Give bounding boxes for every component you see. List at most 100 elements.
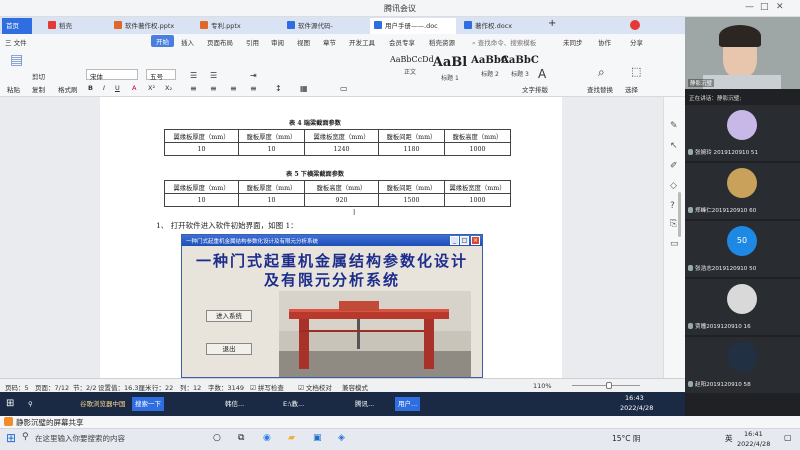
close-icon[interactable]: ×	[471, 236, 480, 245]
number-list-icon[interactable]: ☰	[210, 71, 217, 80]
minimize-icon[interactable]: —	[745, 2, 754, 12]
task-view-icon[interactable]: ⧉	[238, 433, 244, 443]
pen-icon[interactable]: ✎	[670, 121, 678, 131]
menu-section[interactable]: 章节	[323, 37, 336, 47]
participant-tile[interactable]: 50 张浩志2019120910 50	[685, 221, 800, 277]
maximize-icon[interactable]: □	[760, 2, 769, 12]
spell-check-button[interactable]: ☑ 拼写检查	[250, 382, 284, 392]
task-view-icon[interactable]: ○	[213, 433, 221, 443]
justify-icon[interactable]: ≡	[250, 84, 257, 93]
participant-tile[interactable]: 张婉玲 2019120910 51	[685, 105, 800, 161]
enter-system-button[interactable]: 进入系统	[206, 310, 252, 322]
taskbar-item[interactable]: 腾讯...	[355, 397, 374, 411]
help-icon[interactable]: ?	[670, 201, 675, 211]
menu-unsynced[interactable]: 未同步	[563, 37, 583, 47]
zoom-slider-thumb[interactable]	[606, 382, 612, 389]
find-icon[interactable]: ⌕	[598, 65, 605, 80]
select-button[interactable]: 选择	[625, 84, 638, 94]
windows-start-icon[interactable]: ⊞	[6, 431, 16, 445]
windows-start-icon[interactable]: ⊞	[6, 397, 14, 411]
align-right-icon[interactable]: ≡	[230, 84, 237, 93]
subscript-button[interactable]: X₂	[165, 84, 172, 92]
find-replace-button[interactable]: 查找替换	[587, 84, 613, 94]
shape-icon[interactable]: ◇	[670, 181, 677, 191]
menu-reference[interactable]: 引用	[246, 37, 259, 47]
menu-file[interactable]: 三 文件	[5, 37, 27, 47]
cut-button[interactable]: 剪切	[32, 71, 45, 81]
line-spacing-icon[interactable]: ↕	[275, 84, 282, 93]
new-tab-button[interactable]: +	[548, 18, 562, 34]
menu-insert[interactable]: 插入	[181, 37, 194, 47]
menu-devtools[interactable]: 开发工具	[349, 37, 375, 47]
search-icon[interactable]: ⚲	[28, 397, 33, 411]
tab-ppt-patent[interactable]: 专利.pptx	[196, 18, 276, 34]
font-color-button[interactable]: A	[132, 84, 136, 92]
taskbar-search-input[interactable]: 在这里输入你要搜索的内容	[35, 433, 125, 444]
menu-start[interactable]: 开始	[151, 35, 174, 47]
style-normal[interactable]: AaBbCcDd 正文	[390, 55, 434, 89]
paste-button[interactable]: 粘贴	[7, 84, 20, 94]
align-left-icon[interactable]: ≡	[190, 84, 197, 93]
menu-member[interactable]: 会员专享	[389, 37, 415, 47]
maximize-icon[interactable]: □	[460, 236, 469, 245]
search-icon[interactable]: ⚲	[22, 432, 29, 442]
menu-docer[interactable]: 稻壳资源	[429, 37, 455, 47]
taskbar-item[interactable]: 韩信...	[225, 397, 244, 411]
doc-compare-button[interactable]: ☑ 文档校对	[298, 382, 332, 392]
paste-icon[interactable]: ▤	[10, 52, 23, 68]
menu-view[interactable]: 视图	[297, 37, 310, 47]
border-icon[interactable]: ▦	[300, 84, 308, 93]
italic-button[interactable]: I	[103, 84, 105, 92]
align-center-icon[interactable]: ≡	[210, 84, 217, 93]
superscript-button[interactable]: X²	[148, 84, 155, 92]
comment-icon[interactable]: ▭	[670, 239, 679, 249]
font-select[interactable]: 宋体	[86, 69, 138, 81]
select-icon[interactable]: ⬚	[631, 65, 641, 78]
menu-review[interactable]: 审阅	[271, 37, 284, 47]
table-cell: 1180	[378, 142, 445, 156]
wps-avatar[interactable]	[630, 20, 640, 30]
pointer-icon[interactable]: ↖	[670, 141, 678, 151]
style-heading1[interactable]: AaBl 标题 1	[430, 55, 470, 89]
taskbar-item[interactable]: E:\教...	[283, 397, 304, 411]
taskbar-item[interactable]: 搜索一下	[132, 397, 164, 411]
brush-icon[interactable]: ✐	[670, 161, 678, 171]
format-painter-button[interactable]: 格式刷	[58, 84, 78, 94]
underline-button[interactable]: U	[115, 84, 120, 92]
taskbar-item[interactable]: 用户...	[395, 397, 421, 411]
menu-layout[interactable]: 页面布局	[207, 37, 233, 47]
tab-user-manual[interactable]: 用户手册——.doc	[370, 18, 456, 34]
exit-button[interactable]: 退出	[206, 343, 252, 355]
menu-collab[interactable]: 协作	[598, 37, 611, 47]
participant-tile[interactable]: 赵阳2019120910 58	[685, 337, 800, 393]
share-icon[interactable]: ⎘	[670, 219, 677, 229]
weather-status[interactable]: 15°C 阴	[612, 433, 640, 444]
ppt-icon	[200, 21, 208, 29]
taskbar-item[interactable]: 谷歌浏览器中国	[80, 397, 126, 411]
bullet-list-icon[interactable]: ☰	[190, 71, 197, 80]
tab-ppt-copyright[interactable]: 软件著作权.pptx	[110, 18, 190, 34]
style-heading3[interactable]: AaBbC 标题 3	[500, 55, 540, 89]
menu-share[interactable]: 分享	[630, 37, 643, 47]
scrollbar[interactable]	[678, 192, 681, 237]
font-size-select[interactable]: 五号	[146, 69, 176, 81]
minimize-icon[interactable]: _	[450, 236, 459, 245]
tab-copyright-doc[interactable]: 著作权.docx	[460, 18, 544, 34]
tab-home[interactable]: 首页	[2, 18, 32, 34]
close-icon[interactable]: ✕	[776, 2, 784, 12]
bold-button[interactable]: B	[88, 84, 93, 92]
participant-tile[interactable]: 郑峰仁2019120910 60	[685, 163, 800, 219]
tab-docer[interactable]: 稻壳	[44, 18, 99, 34]
ime-indicator[interactable]: 英	[725, 433, 733, 444]
folder-icon[interactable]: ▰	[288, 433, 295, 443]
search-command[interactable]: ⌕ 查找命令、搜索模板	[472, 37, 536, 48]
store-icon[interactable]: ▣	[313, 433, 322, 443]
edge-icon[interactable]: ◉	[263, 433, 271, 443]
participant-tile[interactable]: 贾瞳2019120910 16	[685, 279, 800, 335]
tab-source-code[interactable]: 软件源代码-	[283, 18, 363, 34]
notification-icon[interactable]: ▢	[784, 433, 792, 442]
copy-button[interactable]: 复制	[32, 84, 45, 94]
shading-icon[interactable]: ▭	[340, 84, 348, 93]
indent-icon[interactable]: ⇥	[250, 71, 257, 80]
meeting-app-icon[interactable]: ◈	[338, 433, 345, 443]
